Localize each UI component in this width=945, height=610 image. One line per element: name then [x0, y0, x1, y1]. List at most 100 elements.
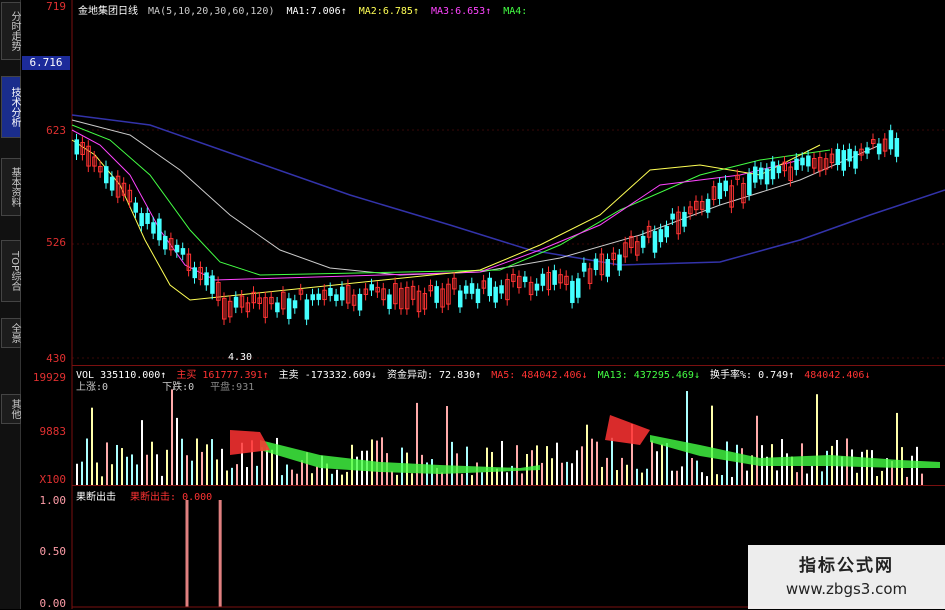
candle-body	[304, 299, 310, 320]
volume-bar	[586, 424, 588, 485]
volume-bar	[561, 462, 563, 485]
candle-body	[593, 258, 599, 270]
volume-bar	[861, 451, 863, 485]
volume-bar	[166, 449, 168, 485]
volume-bar	[76, 463, 78, 485]
fund-flow-value: 72.830↑	[439, 370, 482, 381]
volume-bar	[501, 440, 503, 485]
volume-bar	[651, 440, 653, 485]
candle-body	[475, 288, 481, 304]
volume-bar	[141, 420, 143, 485]
candle-body	[570, 280, 575, 303]
volume-bar	[266, 447, 268, 485]
candle-body	[210, 275, 215, 294]
volume-bar	[281, 475, 283, 485]
watermark-url: www.zbgs3.com	[785, 580, 908, 598]
volume-bar	[291, 469, 293, 485]
volume-bar	[156, 454, 158, 485]
volume-bar	[856, 472, 858, 485]
volume-bar	[151, 441, 153, 485]
volume-bar	[746, 470, 748, 485]
volume-bar	[636, 468, 638, 485]
candle-body	[387, 294, 392, 309]
candle-body	[151, 222, 156, 234]
low-price-marker: 4.30	[228, 352, 253, 363]
volume-bar	[311, 473, 313, 485]
signal-spike	[185, 500, 189, 607]
volume-bar	[441, 472, 443, 485]
candle-body	[806, 155, 811, 167]
ma3-line	[71, 129, 801, 281]
volume-bar	[661, 444, 663, 485]
volume-bar	[301, 460, 303, 485]
volume-bar	[696, 460, 698, 485]
main-sell-value: -173332.609↓	[304, 370, 377, 381]
signal-spike	[218, 500, 222, 607]
volume-bar	[236, 464, 238, 485]
volume-bar	[486, 447, 488, 485]
fund-flow-band	[605, 415, 650, 445]
candle-body	[776, 165, 782, 174]
volume-bar	[106, 442, 108, 485]
main-sell-label: 主卖	[278, 370, 299, 381]
volume-bar	[666, 443, 668, 485]
volume-bar	[271, 449, 273, 485]
candle-body	[581, 262, 587, 272]
volume-bar	[216, 459, 218, 485]
candle-body	[658, 229, 664, 243]
volume-bar	[191, 460, 193, 485]
volume-bar	[346, 471, 348, 485]
volume-bar	[126, 456, 128, 485]
volume-bar	[641, 472, 643, 485]
volume-bar	[876, 476, 878, 485]
volume-bar	[606, 457, 608, 485]
candle-body	[835, 148, 841, 166]
breadth-row: 上涨:0 下跌:0 平盘:931	[76, 378, 254, 393]
ma4-line	[71, 124, 831, 276]
candle-body	[876, 143, 882, 155]
ma2-value: 6.785↑	[382, 6, 419, 17]
candle-body	[174, 244, 180, 253]
volume-bar	[391, 471, 393, 485]
volume-bar	[161, 475, 163, 485]
volume-bar	[451, 441, 453, 485]
candle-body	[139, 213, 144, 227]
signal-value-label: 果断出击:	[130, 492, 177, 503]
candle-body	[894, 138, 900, 157]
volume-bar	[221, 448, 223, 485]
signal-title: 果断出击	[76, 492, 116, 503]
kline-chart-canvas[interactable]	[0, 0, 945, 609]
volume-bar	[896, 412, 898, 485]
volume-bar	[546, 446, 548, 485]
volume-bar	[211, 439, 213, 485]
volume-bar	[756, 415, 758, 485]
candle-body	[463, 285, 469, 294]
volume-bar	[816, 394, 818, 485]
volume-bar	[541, 462, 543, 485]
volume-bar	[806, 473, 808, 485]
volume-bar	[536, 445, 538, 485]
volume-bar	[521, 473, 523, 485]
candle-body	[104, 166, 109, 184]
candle-body	[682, 211, 687, 227]
ma3-label: MA3:	[431, 6, 456, 17]
volume-bar	[551, 458, 553, 485]
ma4-label: MA4:	[503, 6, 528, 17]
candle-body	[469, 283, 475, 294]
candle-body	[145, 213, 150, 224]
volume-bar	[81, 461, 83, 485]
candle-body	[109, 176, 115, 191]
candle-body	[328, 287, 333, 296]
candle-body	[753, 166, 758, 183]
ma-params: MA(5,10,20,30,60,120)	[148, 6, 275, 17]
candle-body	[499, 285, 504, 294]
volume-bar	[646, 468, 648, 485]
watermark-box: 指标公式网 www.zbgs3.com	[748, 545, 945, 609]
flat-count: 平盘:931	[210, 382, 255, 393]
ma2-label: MA2:	[358, 6, 383, 17]
volume-bar	[196, 438, 198, 485]
volume-bar	[201, 451, 203, 485]
candle-body	[770, 161, 776, 180]
volume-bar	[716, 474, 718, 485]
ma3-value: 6.653↑	[455, 6, 492, 17]
